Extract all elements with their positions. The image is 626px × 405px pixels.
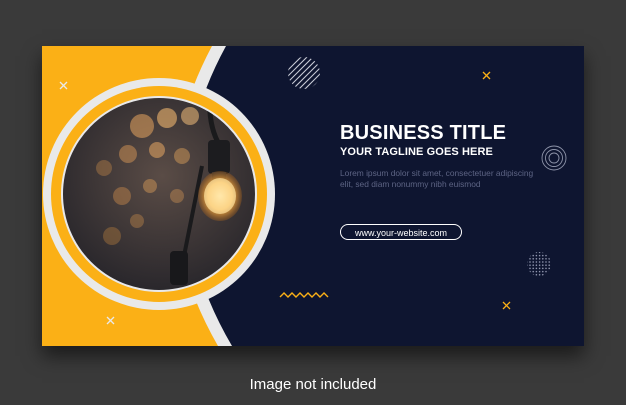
tagline: YOUR TAGLINE GOES HERE xyxy=(340,146,493,158)
business-banner: BUSINESS TITLE YOUR TAGLINE GOES HERE Lo… xyxy=(42,46,584,346)
body-text: Lorem ipsum dolor sit amet, consectetuer… xyxy=(340,168,534,189)
website-pill[interactable]: www.your-website.com xyxy=(340,224,462,240)
dotted-circle-icon xyxy=(527,252,551,276)
banner-art xyxy=(42,46,584,346)
image-not-included-caption: Image not included xyxy=(249,376,377,393)
stage: BUSINESS TITLE YOUR TAGLINE GOES HERE Lo… xyxy=(0,0,626,405)
business-title: BUSINESS TITLE xyxy=(340,122,507,144)
